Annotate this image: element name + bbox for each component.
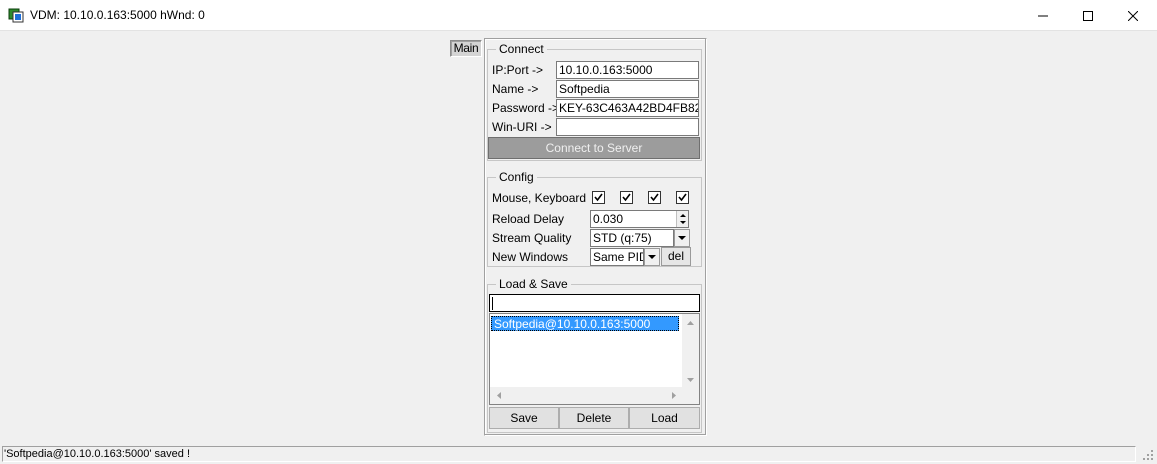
minimize-button[interactable] bbox=[1020, 0, 1066, 31]
list-item[interactable]: Softpedia@10.10.0.163:5000 bbox=[491, 316, 679, 331]
chevron-down-icon bbox=[648, 254, 656, 259]
new-windows-dropdown-button[interactable] bbox=[644, 248, 660, 266]
new-windows-label: New Windows bbox=[492, 250, 569, 264]
checkbox-2[interactable] bbox=[620, 191, 633, 204]
scroll-up-button[interactable] bbox=[682, 314, 699, 331]
load-save-input[interactable] bbox=[489, 294, 700, 312]
window-title: VDM: 10.10.0.163:5000 hWnd: 0 bbox=[30, 8, 205, 22]
name-label: Name -> bbox=[492, 82, 539, 96]
stream-quality-select[interactable]: STD (q:75) bbox=[590, 229, 674, 247]
checkmark-icon bbox=[650, 193, 659, 202]
checkmark-icon bbox=[678, 193, 687, 202]
close-icon bbox=[1128, 10, 1138, 21]
list-horizontal-scrollbar[interactable] bbox=[490, 387, 682, 404]
checkbox-4[interactable] bbox=[676, 191, 689, 204]
ip-port-input[interactable]: 10.10.0.163:5000 bbox=[556, 61, 699, 79]
spinner-up-down-icon bbox=[680, 214, 686, 224]
status-text: 'Softpedia@10.10.0.163:5000' saved ! bbox=[2, 446, 1136, 462]
stream-quality-label: Stream Quality bbox=[492, 231, 572, 245]
resize-grip-icon[interactable] bbox=[1141, 448, 1155, 462]
stream-quality-dropdown-button[interactable] bbox=[674, 229, 690, 247]
del-button[interactable]: del bbox=[661, 247, 691, 266]
scroll-up-icon bbox=[687, 320, 694, 325]
password-label: Password -> bbox=[492, 101, 560, 115]
checkmark-icon bbox=[594, 193, 603, 202]
saved-connections-list[interactable]: Softpedia@10.10.0.163:5000 bbox=[489, 313, 700, 405]
scroll-left-icon bbox=[496, 392, 501, 399]
chevron-down-icon bbox=[678, 235, 686, 240]
ip-port-label: IP:Port -> bbox=[492, 63, 544, 77]
scroll-right-icon bbox=[671, 392, 676, 399]
maximize-button[interactable] bbox=[1065, 0, 1111, 31]
text-cursor bbox=[492, 297, 493, 311]
checkbox-1[interactable] bbox=[592, 191, 605, 204]
password-input[interactable]: KEY-63C463A42BD4FB82E2 bbox=[556, 99, 699, 117]
name-input[interactable]: Softpedia bbox=[556, 80, 699, 98]
new-windows-select[interactable]: Same PID bbox=[590, 248, 644, 266]
load-button[interactable]: Load bbox=[629, 407, 700, 429]
reload-delay-spinner[interactable] bbox=[676, 211, 688, 227]
checkmark-icon bbox=[622, 193, 631, 202]
list-vertical-scrollbar[interactable] bbox=[682, 314, 699, 388]
scroll-left-button[interactable] bbox=[490, 387, 507, 404]
reload-delay-input[interactable]: 0.030 bbox=[590, 210, 689, 228]
app-icon bbox=[8, 8, 24, 23]
connect-group-title: Connect bbox=[496, 42, 547, 56]
tab-main[interactable]: Main bbox=[450, 40, 482, 57]
minimize-icon bbox=[1038, 15, 1048, 16]
close-button[interactable] bbox=[1110, 0, 1156, 31]
scroll-down-icon bbox=[687, 377, 694, 382]
title-bar: VDM: 10.10.0.163:5000 hWnd: 0 bbox=[0, 0, 1157, 31]
connect-to-server-button[interactable]: Connect to Server bbox=[488, 137, 700, 159]
mouse-keyboard-label: Mouse, Keyboard bbox=[492, 191, 587, 205]
status-bar: 'Softpedia@10.10.0.163:5000' saved ! bbox=[0, 444, 1157, 464]
load-save-group-title: Load & Save bbox=[496, 277, 571, 291]
reload-delay-label: Reload Delay bbox=[492, 212, 565, 226]
win-uri-input[interactable] bbox=[556, 118, 699, 136]
checkbox-3[interactable] bbox=[648, 191, 661, 204]
scroll-down-button[interactable] bbox=[682, 371, 699, 388]
win-uri-label: Win-URI -> bbox=[492, 120, 552, 134]
delete-button[interactable]: Delete bbox=[559, 407, 629, 429]
maximize-icon bbox=[1083, 10, 1093, 21]
scrollbar-corner bbox=[682, 387, 699, 404]
config-group-title: Config bbox=[496, 170, 537, 184]
save-button[interactable]: Save bbox=[489, 407, 559, 429]
scroll-right-button[interactable] bbox=[665, 387, 682, 404]
